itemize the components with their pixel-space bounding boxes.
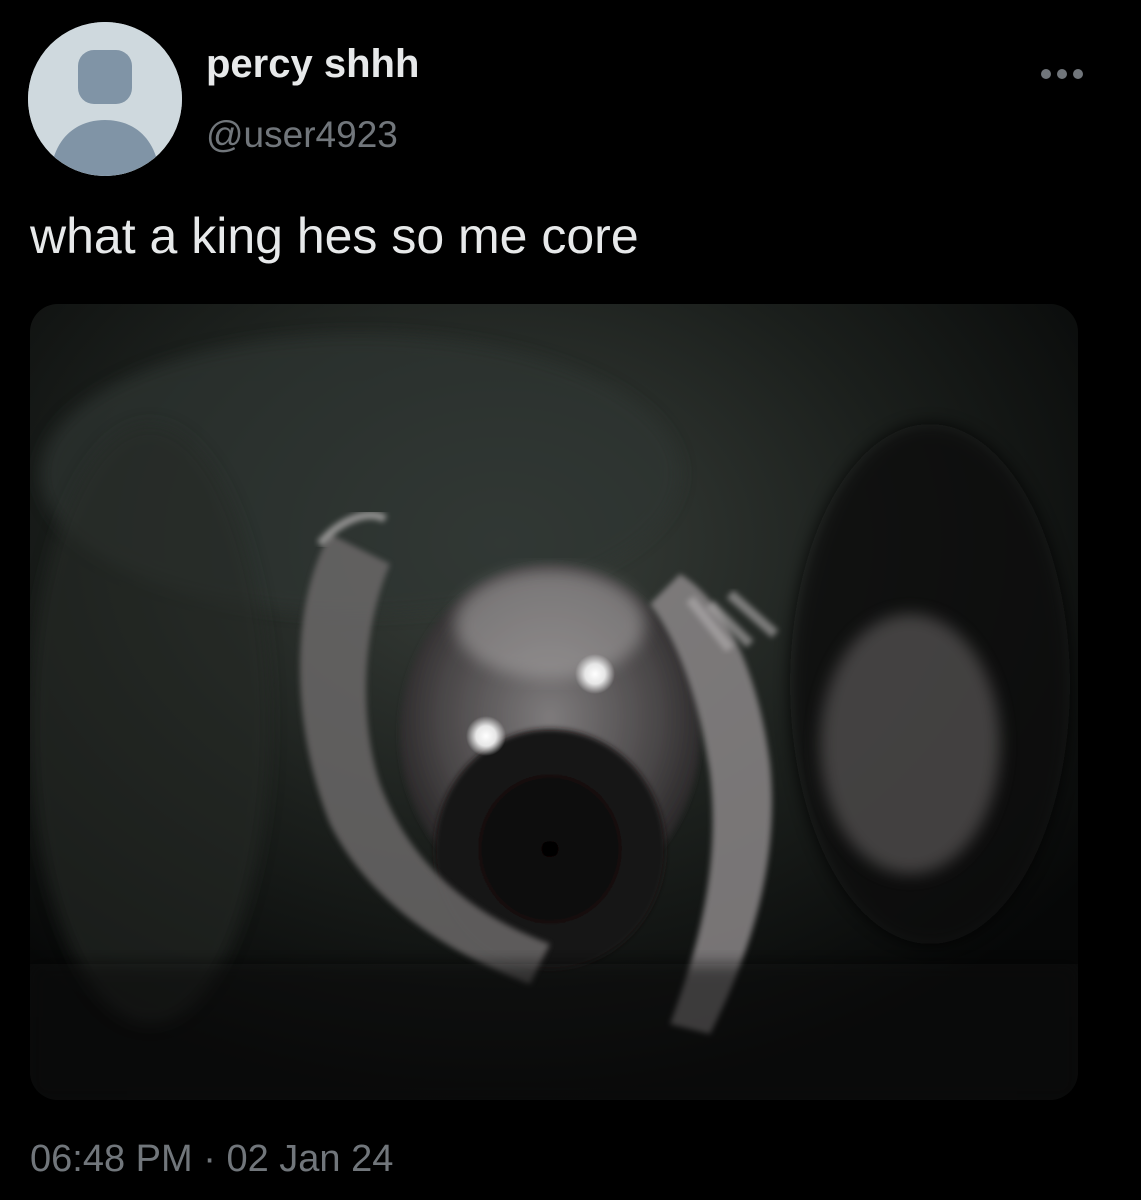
more-options-button[interactable]: [1022, 54, 1102, 94]
tweet-timestamp[interactable]: 06:48 PM · 02 Jan 24: [30, 1136, 393, 1182]
timestamp-separator: ·: [192, 1138, 227, 1180]
tweet-image[interactable]: [30, 304, 1078, 1100]
avatar[interactable]: [28, 22, 182, 176]
more-options-icon: [1041, 69, 1083, 79]
tweet-time: 06:48 PM: [30, 1138, 193, 1180]
default-avatar-icon: [28, 22, 182, 176]
user-handle[interactable]: @user4923: [206, 113, 398, 157]
tweet-date: 02 Jan 24: [226, 1138, 394, 1180]
tweet-text: what a king hes so me core: [30, 208, 639, 264]
display-name[interactable]: percy shhh: [206, 40, 419, 88]
scary-face-image: [30, 304, 1078, 1100]
